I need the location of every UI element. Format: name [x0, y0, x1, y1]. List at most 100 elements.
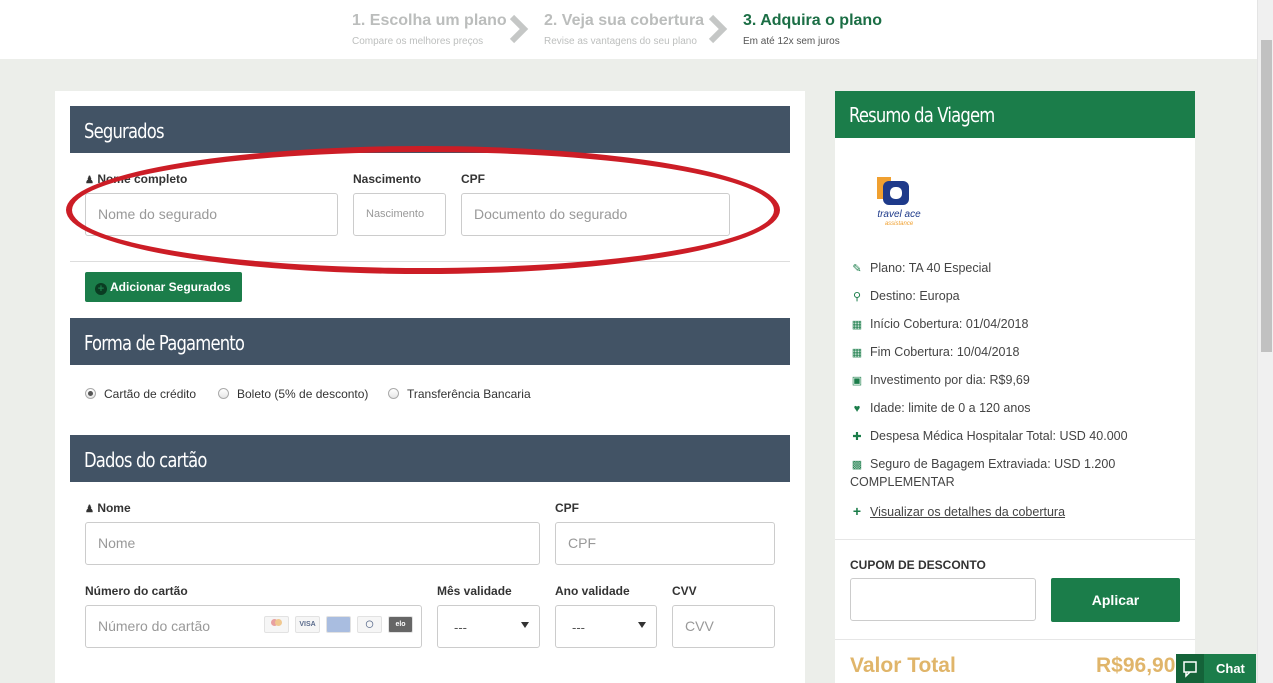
dados-cartao-title: Dados do cartão: [84, 448, 207, 472]
radio-cartao-label: Cartão de crédito: [104, 387, 197, 401]
radio-boleto[interactable]: Boleto (5% de desconto): [218, 387, 368, 401]
user-icon: ♟: [85, 175, 94, 186]
checkout-steps: 1. Escolha um plano Compare os melhores …: [0, 0, 1257, 59]
resumo-header: Resumo da Viagem: [835, 91, 1195, 138]
cvv-label: CVV: [672, 584, 697, 598]
chat-icon: [1176, 654, 1204, 683]
card-brands: VISA ◯ elo: [264, 616, 413, 633]
radio-button[interactable]: [388, 388, 399, 399]
step-1-subtitle: Compare os melhores preços: [352, 36, 484, 47]
radio-button[interactable]: [85, 388, 96, 399]
heart-icon: ♥: [853, 403, 861, 415]
aplicar-button[interactable]: Aplicar: [1051, 578, 1180, 622]
cpf-cartao-input[interactable]: CPF: [555, 522, 775, 565]
divider: [835, 539, 1195, 540]
info-complementar: COMPLEMENTAR: [850, 475, 955, 489]
mastercard-icon: [264, 616, 289, 633]
numero-cartao-input[interactable]: Número do cartão VISA ◯ elo: [85, 605, 422, 648]
info-fim: ▦ Fim Cobertura: 10/04/2018: [850, 345, 1020, 359]
radio-transferencia[interactable]: Transferência Bancaria: [388, 387, 531, 401]
info-bagagem: ▩ Seguro de Bagagem Extraviada: USD 1.200: [850, 457, 1116, 471]
ticket-icon: ✎: [852, 263, 862, 275]
step-2[interactable]: 2. Veja sua cobertura Revise as vantagen…: [544, 12, 704, 47]
diners-icon: ◯: [357, 616, 382, 633]
numero-cartao-label: Número do cartão: [85, 584, 188, 598]
info-despesa-medica: ✚ Despesa Médica Hospitalar Total: USD 40…: [850, 429, 1128, 443]
amex-icon: [326, 616, 351, 633]
page-scrollbar[interactable]: [1257, 0, 1273, 683]
step-2-title: 2. Veja sua cobertura: [544, 12, 705, 29]
numero-cartao-placeholder: Número do cartão: [98, 618, 211, 634]
info-inicio: ▦ Início Cobertura: 01/04/2018: [850, 317, 1029, 331]
radio-cartao-credito[interactable]: Cartão de crédito: [85, 387, 196, 401]
divider: [835, 639, 1195, 640]
radio-button[interactable]: [218, 388, 229, 399]
money-icon: ▣: [851, 375, 863, 387]
nome-cartao-label: ♟ Nome: [85, 501, 131, 515]
add-segurados-button[interactable]: + Adicionar Segurados: [85, 272, 242, 302]
nascimento-input[interactable]: Nascimento: [353, 193, 446, 236]
info-bagagem-text: Seguro de Bagagem Extraviada: USD 1.200: [870, 457, 1116, 471]
dados-cartao-header: Dados do cartão: [70, 435, 790, 482]
info-investimento: ▣ Investimento por dia: R$9,69: [850, 373, 1030, 387]
logo-subtext: assistance: [885, 221, 914, 227]
step-3-title: 3. Adquira o plano: [743, 12, 882, 29]
cpf-cartao-label: CPF: [555, 501, 579, 515]
chat-label: Chat: [1216, 661, 1245, 676]
step-1-title: 1. Escolha um plano: [352, 12, 507, 29]
cupom-input[interactable]: [850, 578, 1036, 621]
step-3[interactable]: 3. Adquira o plano Em até 12x sem juros: [743, 12, 882, 47]
cpf-segurado-input[interactable]: Documento do segurado: [461, 193, 730, 236]
nascimento-label: Nascimento: [353, 172, 422, 186]
segurados-header: Segurados: [70, 106, 790, 153]
cpf-segurado-label: CPF: [461, 172, 485, 186]
cupom-label: CUPOM DE DESCONTO: [850, 558, 986, 572]
ano-validade-select[interactable]: ---: [555, 605, 657, 648]
segurados-title: Segurados: [84, 119, 165, 143]
logo-text: travel ace: [877, 209, 921, 220]
info-plano-text: Plano: TA 40 Especial: [870, 261, 992, 275]
detalhes-cobertura-text: Visualizar os detalhes da cobertura: [870, 505, 1066, 519]
cvv-input[interactable]: CVV: [672, 605, 775, 648]
info-destino-text: Destino: Europa: [870, 289, 960, 303]
elo-icon: elo: [388, 616, 413, 633]
scrollbar-thumb[interactable]: [1261, 40, 1272, 352]
detalhes-cobertura-link[interactable]: + Visualizar os detalhes da cobertura: [850, 503, 1065, 519]
valor-total-label: Valor Total: [850, 654, 956, 677]
info-idade-text: Idade: limite de 0 a 120 anos: [870, 401, 1031, 415]
resumo-viagem-card: Resumo da Viagem travel ace assistance ✎…: [835, 91, 1195, 683]
divider: [70, 261, 790, 262]
info-investimento-text: Investimento por dia: R$9,69: [870, 373, 1030, 387]
chat-button[interactable]: Chat: [1176, 654, 1256, 683]
chevron-right-icon: [708, 14, 728, 44]
resumo-title: Resumo da Viagem: [849, 103, 995, 127]
step-1[interactable]: 1. Escolha um plano Compare os melhores …: [352, 12, 507, 47]
nome-cartao-input[interactable]: Nome: [85, 522, 540, 565]
radio-transferencia-label: Transferência Bancaria: [407, 387, 531, 401]
medkit-icon: ✚: [852, 431, 862, 443]
caret-down-icon: [638, 622, 646, 628]
map-marker-icon: ⚲: [852, 291, 862, 303]
step-2-subtitle: Revise as vantagens do seu plano: [544, 36, 697, 47]
nome-segurado-input[interactable]: Nome do segurado: [85, 193, 338, 236]
info-destino: ⚲ Destino: Europa: [850, 289, 960, 303]
ano-validade-label: Ano validade: [555, 584, 630, 598]
ano-validade-value: ---: [572, 620, 585, 635]
travel-ace-logo: travel ace assistance: [877, 177, 921, 227]
calendar-icon: ▦: [851, 319, 863, 331]
nome-cartao-label-text: Nome: [97, 501, 131, 515]
info-plano: ✎ Plano: TA 40 Especial: [850, 261, 991, 275]
calendar-icon: ▦: [851, 347, 863, 359]
info-despesa-text: Despesa Médica Hospitalar Total: USD 40.…: [870, 429, 1128, 443]
info-idade: ♥ Idade: limite de 0 a 120 anos: [850, 401, 1031, 415]
mes-validade-label: Mês validade: [437, 584, 512, 598]
visa-icon: VISA: [295, 616, 320, 633]
info-fim-text: Fim Cobertura: 10/04/2018: [870, 345, 1020, 359]
nome-completo-label-text: Nome completo: [97, 172, 188, 186]
valor-total-value: R$96,90: [1096, 654, 1176, 677]
suitcase-icon: ▩: [851, 459, 863, 471]
mes-validade-value: ---: [454, 620, 467, 635]
pagamento-title: Forma de Pagamento: [84, 331, 245, 355]
radio-boleto-label: Boleto (5% de desconto): [237, 387, 369, 401]
mes-validade-select[interactable]: ---: [437, 605, 540, 648]
